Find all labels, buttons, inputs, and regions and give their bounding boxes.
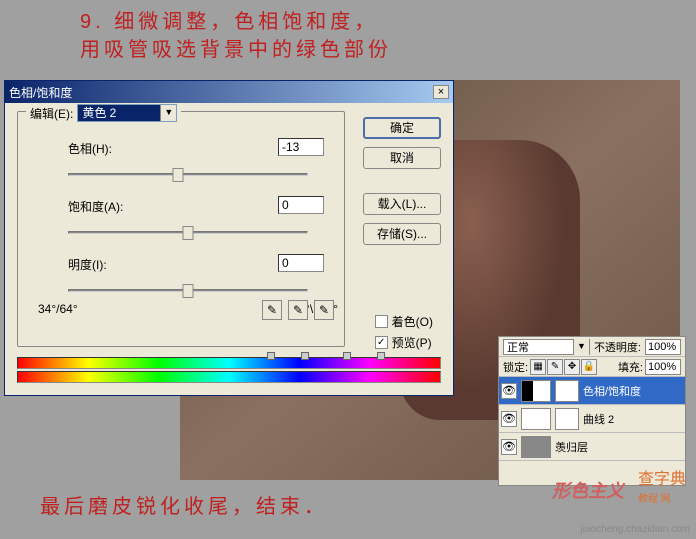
layer-thumbnail[interactable] <box>521 436 551 458</box>
layer-thumbnail[interactable] <box>521 408 551 430</box>
lock-label: 锁定: <box>503 359 528 375</box>
lightness-input[interactable]: 0 <box>278 254 324 272</box>
load-button[interactable]: 载入(L)... <box>363 193 441 215</box>
spectrum-top[interactable] <box>17 357 441 369</box>
visibility-icon[interactable]: 👁 <box>501 439 517 455</box>
fill-label: 填充: <box>618 359 643 375</box>
chevron-down-icon[interactable]: ▼ <box>573 339 589 355</box>
hue-label: 色相(H): <box>68 142 112 156</box>
saturation-input[interactable]: 0 <box>278 196 324 214</box>
lock-paint-icon[interactable]: ✎ <box>547 359 563 375</box>
edit-label: 编辑(E): <box>30 105 73 122</box>
visibility-icon[interactable]: 👁 <box>501 411 517 427</box>
dialog-titlebar[interactable]: 色相/饱和度 × <box>5 81 453 103</box>
eyedropper-icon[interactable]: ✎ <box>262 300 282 320</box>
eyedropper-add-icon[interactable]: ✎ <box>288 300 308 320</box>
saturation-label: 饱和度(A): <box>68 200 123 214</box>
layer-mask-thumbnail[interactable] <box>555 380 579 402</box>
edit-fieldset: 编辑(E): 黄色 2 ▼ 色相(H): -13 饱和度(A): 0 <box>17 111 345 347</box>
lock-position-icon[interactable]: ✥ <box>564 359 580 375</box>
fill-input[interactable]: 100% <box>645 359 681 375</box>
cancel-button[interactable]: 取消 <box>363 147 441 169</box>
layer-row-hue-saturation[interactable]: 👁 色相/饱和度 <box>499 377 685 405</box>
close-icon[interactable]: × <box>433 85 449 99</box>
saturation-slider-thumb[interactable] <box>183 226 194 240</box>
chevron-down-icon[interactable]: ▼ <box>160 105 176 121</box>
hue-slider[interactable] <box>68 173 308 176</box>
opacity-input[interactable]: 100% <box>645 339 681 355</box>
edit-dropdown-value: 黄色 2 <box>78 105 160 121</box>
edit-dropdown[interactable]: 黄色 2 ▼ <box>77 104 177 122</box>
layer-name: 羡归层 <box>555 439 588 455</box>
blend-mode-dropdown[interactable]: 正常 ▼ <box>503 339 590 355</box>
lock-all-icon[interactable]: 🔒 <box>581 359 597 375</box>
brand-url: jiaocheng.chazidian.com <box>580 524 690 535</box>
save-button[interactable]: 存储(S)... <box>363 223 441 245</box>
colorize-label: 着色(O) <box>392 313 433 330</box>
saturation-slider[interactable] <box>68 231 308 234</box>
visibility-icon[interactable]: 👁 <box>501 383 517 399</box>
hue-saturation-dialog: 色相/饱和度 × 编辑(E): 黄色 2 ▼ 色相(H): -13 饱和度(A)… <box>4 80 454 396</box>
lock-transparency-icon[interactable]: ▦ <box>530 359 546 375</box>
layer-thumbnail[interactable] <box>521 380 551 402</box>
eyedropper-subtract-icon[interactable]: ✎ <box>314 300 334 320</box>
layer-row-curves2[interactable]: 👁 曲线 2 <box>499 405 685 433</box>
ok-button[interactable]: 确定 <box>363 117 441 139</box>
brand-logo-1: 形色主义 <box>552 477 624 503</box>
layer-row-bg[interactable]: 👁 羡归层 <box>499 433 685 461</box>
lightness-slider-thumb[interactable] <box>183 284 194 298</box>
instruction-text-top: 9. 细微调整，色相饱和度， 用吸管吸选背景中的绿色部份 <box>80 8 392 64</box>
preview-checkbox[interactable]: ✓ <box>375 336 388 349</box>
spectrum-bars <box>17 357 441 387</box>
instruction-text-bottom: 最后磨皮锐化收尾，结束． <box>40 490 328 519</box>
layer-mask-thumbnail[interactable] <box>555 408 579 430</box>
layers-panel: 正常 ▼ 不透明度: 100% 锁定: ▦ ✎ ✥ 🔒 填充: 100% 👁 色… <box>498 336 686 486</box>
range-left-value: 34°/64° <box>38 302 78 316</box>
spectrum-bottom <box>17 371 441 383</box>
lightness-slider[interactable] <box>68 289 308 292</box>
opacity-label: 不透明度: <box>594 339 641 355</box>
layer-name: 色相/饱和度 <box>583 383 641 399</box>
brand-logo-2: 查字典 教程 网 <box>638 465 686 507</box>
hue-input[interactable]: -13 <box>278 138 324 156</box>
layer-name: 曲线 2 <box>583 411 614 427</box>
hue-slider-thumb[interactable] <box>173 168 184 182</box>
preview-label: 预览(P) <box>392 334 432 351</box>
lightness-label: 明度(I): <box>68 258 107 272</box>
dialog-title: 色相/饱和度 <box>9 84 433 101</box>
colorize-checkbox[interactable] <box>375 315 388 328</box>
